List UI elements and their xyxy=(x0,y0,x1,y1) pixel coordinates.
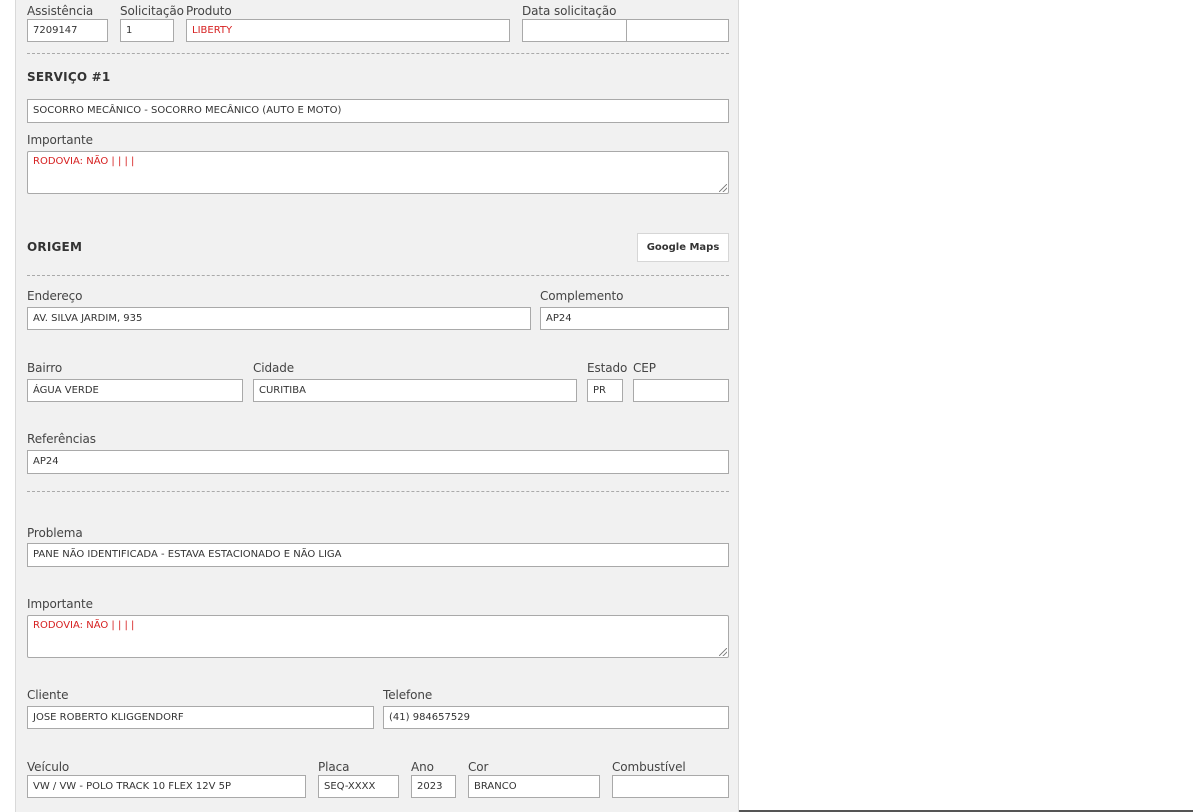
telefone-field[interactable]: (41) 984657529 xyxy=(383,706,729,729)
referencias-field[interactable]: AP24 xyxy=(27,450,729,474)
combustivel-label: Combustível xyxy=(612,760,686,774)
complemento-field[interactable]: AP24 xyxy=(540,307,729,330)
cep-label: CEP xyxy=(633,361,656,375)
google-maps-button[interactable]: Google Maps xyxy=(637,233,729,262)
placa-label: Placa xyxy=(318,760,350,774)
cidade-field[interactable]: CURITIBA xyxy=(253,379,577,402)
problema-importante-textarea[interactable]: RODOVIA: NÃO | | | | xyxy=(27,615,729,658)
cor-field[interactable]: BRANCO xyxy=(468,775,600,798)
resize-handle-icon[interactable] xyxy=(719,648,727,656)
divider xyxy=(27,275,729,276)
estado-label: Estado xyxy=(587,361,628,375)
assistencia-label: Assistência xyxy=(27,4,94,18)
cep-field[interactable] xyxy=(633,379,729,402)
data-solicitacao-date-field[interactable] xyxy=(522,19,627,42)
produto-label: Produto xyxy=(186,4,232,18)
problema-importante-text: RODOVIA: NÃO | | | | xyxy=(33,620,135,631)
placa-field[interactable]: SEQ-XXXX xyxy=(318,775,399,798)
problema-field[interactable]: PANE NÃO IDENTIFICADA - ESTAVA ESTACIONA… xyxy=(27,543,729,567)
produto-field[interactable]: LIBERTY xyxy=(186,19,510,42)
referencias-label: Referências xyxy=(27,432,96,446)
divider xyxy=(27,53,729,54)
ano-label: Ano xyxy=(411,760,434,774)
assistencia-field[interactable]: 7209147 xyxy=(27,19,108,42)
telefone-label: Telefone xyxy=(383,688,433,702)
servico-importante-text: RODOVIA: NÃO | | | | xyxy=(33,156,135,167)
servico-importante-label: Importante xyxy=(27,133,93,147)
servico-title: SERVIÇO #1 xyxy=(27,70,111,84)
endereco-label: Endereço xyxy=(27,289,83,303)
cidade-label: Cidade xyxy=(253,361,295,375)
divider xyxy=(27,491,729,492)
estado-field[interactable]: PR xyxy=(587,379,623,402)
servico-field[interactable]: SOCORRO MECÂNICO - SOCORRO MECÂNICO (AUT… xyxy=(27,99,729,123)
problema-label: Problema xyxy=(27,526,83,540)
solicitacao-label: Solicitação xyxy=(120,4,184,18)
cliente-field[interactable]: JOSE ROBERTO KLIGGENDORF xyxy=(27,706,374,729)
veiculo-field[interactable]: VW / VW - POLO TRACK 10 FLEX 12V 5P xyxy=(27,775,306,798)
veiculo-label: Veículo xyxy=(27,760,70,774)
data-solicitacao-label: Data solicitação xyxy=(522,4,617,18)
cliente-label: Cliente xyxy=(27,688,69,702)
problema-importante-label: Importante xyxy=(27,597,93,611)
bairro-label: Bairro xyxy=(27,361,63,375)
endereco-field[interactable]: AV. SILVA JARDIM, 935 xyxy=(27,307,531,330)
complemento-label: Complemento xyxy=(540,289,624,303)
combustivel-field[interactable] xyxy=(612,775,729,798)
cor-label: Cor xyxy=(468,760,489,774)
solicitacao-field[interactable]: 1 xyxy=(120,19,174,42)
origem-title: ORIGEM xyxy=(27,240,83,254)
servico-importante-textarea[interactable]: RODOVIA: NÃO | | | | xyxy=(27,151,729,194)
ano-field[interactable]: 2023 xyxy=(411,775,456,798)
data-solicitacao-time-field[interactable] xyxy=(626,19,729,42)
resize-handle-icon[interactable] xyxy=(719,184,727,192)
bairro-field[interactable]: ÁGUA VERDE xyxy=(27,379,243,402)
